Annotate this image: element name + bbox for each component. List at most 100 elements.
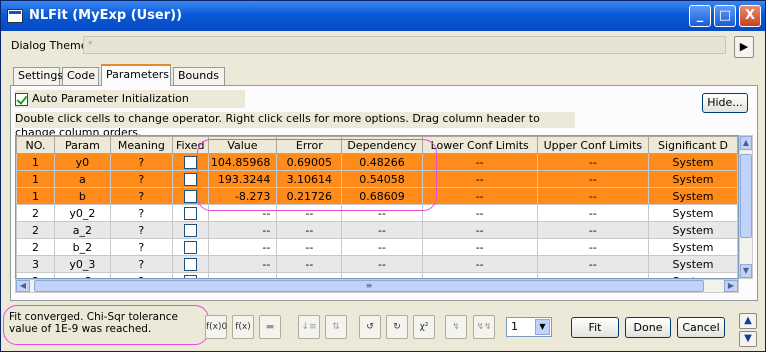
lower-conf-cell[interactable]: -- bbox=[421, 187, 538, 205]
fixed-checkbox[interactable] bbox=[183, 189, 197, 203]
dependency-cell[interactable]: -- bbox=[341, 204, 423, 222]
param-cell[interactable]: a_2 bbox=[53, 221, 111, 239]
col-header-meaning[interactable]: Meaning bbox=[109, 136, 173, 154]
fixed-checkbox[interactable] bbox=[183, 206, 197, 220]
minimize-button[interactable]: _ bbox=[689, 5, 711, 27]
value-cell[interactable]: -- bbox=[207, 255, 278, 273]
scroll-left-icon[interactable]: ◀ bbox=[16, 280, 30, 292]
scroll-right-icon[interactable]: ▶ bbox=[724, 280, 738, 292]
function-icon[interactable]: f(x) bbox=[232, 315, 254, 339]
theme-menu-button[interactable]: ▶ bbox=[734, 36, 754, 58]
horizontal-scrollbar[interactable]: ◀ ≡ ▶ bbox=[15, 279, 739, 293]
meaning-cell[interactable]: ? bbox=[109, 255, 173, 273]
fixed-cell[interactable] bbox=[171, 170, 209, 188]
error-cell[interactable]: -- bbox=[276, 204, 343, 222]
vertical-scroll-thumb[interactable] bbox=[740, 154, 752, 238]
chi-square-icon[interactable]: χ² bbox=[413, 315, 435, 339]
hide-button[interactable]: Hide... bbox=[702, 93, 748, 113]
dependency-cell[interactable]: -- bbox=[341, 238, 423, 256]
tab-settings[interactable]: Settings bbox=[13, 67, 63, 85]
upper-conf-cell[interactable]: -- bbox=[536, 238, 650, 256]
dependency-cell[interactable]: 0.48266 bbox=[341, 153, 423, 171]
fixed-cell[interactable] bbox=[171, 238, 209, 256]
upper-conf-cell[interactable]: -- bbox=[536, 153, 650, 171]
error-cell[interactable]: 3.10614 bbox=[276, 170, 343, 188]
param-cell[interactable]: y0_2 bbox=[53, 204, 111, 222]
dependency-cell[interactable]: 0.68609 bbox=[341, 187, 423, 205]
dependency-cell[interactable]: -- bbox=[341, 221, 423, 239]
tab-bounds[interactable]: Bounds bbox=[173, 67, 225, 85]
fixed-cell[interactable] bbox=[171, 204, 209, 222]
table-row[interactable]: 1 a? 193.3244 3.10614 0.54058 -- -- System bbox=[16, 170, 738, 188]
one-iteration-icon[interactable]: ↯ bbox=[445, 315, 467, 339]
lower-conf-cell[interactable]: -- bbox=[421, 153, 538, 171]
meaning-cell[interactable]: ? bbox=[109, 238, 173, 256]
no-cell[interactable]: 1 bbox=[16, 170, 55, 188]
error-cell[interactable]: 0.21726 bbox=[276, 187, 343, 205]
upper-conf-cell[interactable]: -- bbox=[536, 204, 650, 222]
fit-until-converged-icon[interactable]: ↯↯ bbox=[473, 315, 495, 339]
fixed-cell[interactable] bbox=[171, 187, 209, 205]
redo-icon[interactable]: ↻ bbox=[386, 315, 408, 339]
param-cell[interactable]: a bbox=[53, 170, 111, 188]
fixed-checkbox[interactable] bbox=[183, 172, 197, 186]
param-cell[interactable]: b_2 bbox=[53, 238, 111, 256]
fixed-cell[interactable] bbox=[171, 221, 209, 239]
horizontal-scroll-thumb[interactable]: ≡ bbox=[34, 280, 704, 292]
meaning-cell[interactable]: ? bbox=[109, 170, 173, 188]
cancel-button[interactable]: Cancel bbox=[677, 317, 725, 338]
collapse-up-icon[interactable]: ▲ bbox=[739, 313, 757, 329]
meaning-cell[interactable]: ? bbox=[109, 204, 173, 222]
vertical-scrollbar[interactable]: ▲ ▼ bbox=[739, 135, 753, 279]
error-cell[interactable]: -- bbox=[276, 221, 343, 239]
iterations-select[interactable]: 1 ▼ bbox=[506, 317, 552, 337]
no-cell[interactable]: 2 bbox=[16, 221, 55, 239]
close-button[interactable]: X bbox=[739, 5, 761, 27]
significant-cell[interactable]: System bbox=[648, 187, 738, 205]
dialog-theme-field[interactable]: * bbox=[83, 36, 726, 54]
tab-code[interactable]: Code bbox=[62, 67, 99, 85]
upper-conf-cell[interactable]: -- bbox=[536, 187, 650, 205]
fixed-checkbox[interactable] bbox=[183, 155, 197, 169]
lower-conf-cell[interactable]: -- bbox=[421, 204, 538, 222]
col-header-lower-conf[interactable]: Lower Conf Limits bbox=[421, 136, 538, 154]
fixed-cell[interactable] bbox=[171, 255, 209, 273]
no-cell[interactable]: 3 bbox=[16, 255, 55, 273]
significant-cell[interactable]: System bbox=[648, 170, 738, 188]
significant-cell[interactable]: System bbox=[648, 238, 738, 256]
value-cell[interactable]: 104.85968 bbox=[207, 153, 278, 171]
col-header-error[interactable]: Error bbox=[276, 136, 343, 154]
error-cell[interactable]: 0.69005 bbox=[276, 153, 343, 171]
title-bar[interactable]: NLFit (MyExp (User)) _ □ X bbox=[1, 1, 765, 31]
lower-conf-cell[interactable]: -- bbox=[421, 170, 538, 188]
meaning-cell[interactable]: ? bbox=[109, 153, 173, 171]
lower-conf-cell[interactable]: -- bbox=[421, 221, 538, 239]
auto-param-checkbox[interactable] bbox=[15, 92, 28, 106]
auto-parameter-initialization[interactable]: Auto Parameter Initialization bbox=[15, 90, 245, 108]
col-header-fixed[interactable]: Fixed bbox=[171, 136, 209, 154]
done-button[interactable]: Done bbox=[625, 317, 671, 338]
no-cell[interactable]: 2 bbox=[16, 204, 55, 222]
upper-conf-cell[interactable]: -- bbox=[536, 221, 650, 239]
dependency-cell[interactable]: 0.54058 bbox=[341, 170, 423, 188]
table-row[interactable]: 2 b_2? -- -- -- -- -- System bbox=[16, 238, 738, 256]
upper-conf-cell[interactable]: -- bbox=[536, 170, 650, 188]
expand-down-icon[interactable]: ▼ bbox=[739, 331, 757, 347]
tab-parameters[interactable]: Parameters bbox=[101, 64, 171, 86]
significant-cell[interactable]: System bbox=[648, 153, 738, 171]
meaning-cell[interactable]: ? bbox=[109, 187, 173, 205]
swap-icon[interactable]: ⇅ bbox=[325, 315, 347, 339]
table-row[interactable]: 2 a_2? -- -- -- -- -- System bbox=[16, 221, 738, 239]
col-header-no[interactable]: NO. bbox=[16, 136, 55, 154]
scroll-up-icon[interactable]: ▲ bbox=[740, 136, 752, 150]
value-cell[interactable]: -8.273 bbox=[207, 187, 278, 205]
sort-icon[interactable]: ↓≡ bbox=[298, 315, 320, 339]
chevron-down-icon[interactable]: ▼ bbox=[535, 319, 550, 335]
col-header-upper-conf[interactable]: Upper Conf Limits bbox=[536, 136, 650, 154]
no-cell[interactable]: 1 bbox=[16, 187, 55, 205]
fixed-checkbox[interactable] bbox=[183, 240, 197, 254]
fixed-checkbox[interactable] bbox=[183, 257, 197, 271]
upper-conf-cell[interactable]: -- bbox=[536, 255, 650, 273]
meaning-cell[interactable]: ? bbox=[109, 221, 173, 239]
dependency-cell[interactable]: -- bbox=[341, 255, 423, 273]
